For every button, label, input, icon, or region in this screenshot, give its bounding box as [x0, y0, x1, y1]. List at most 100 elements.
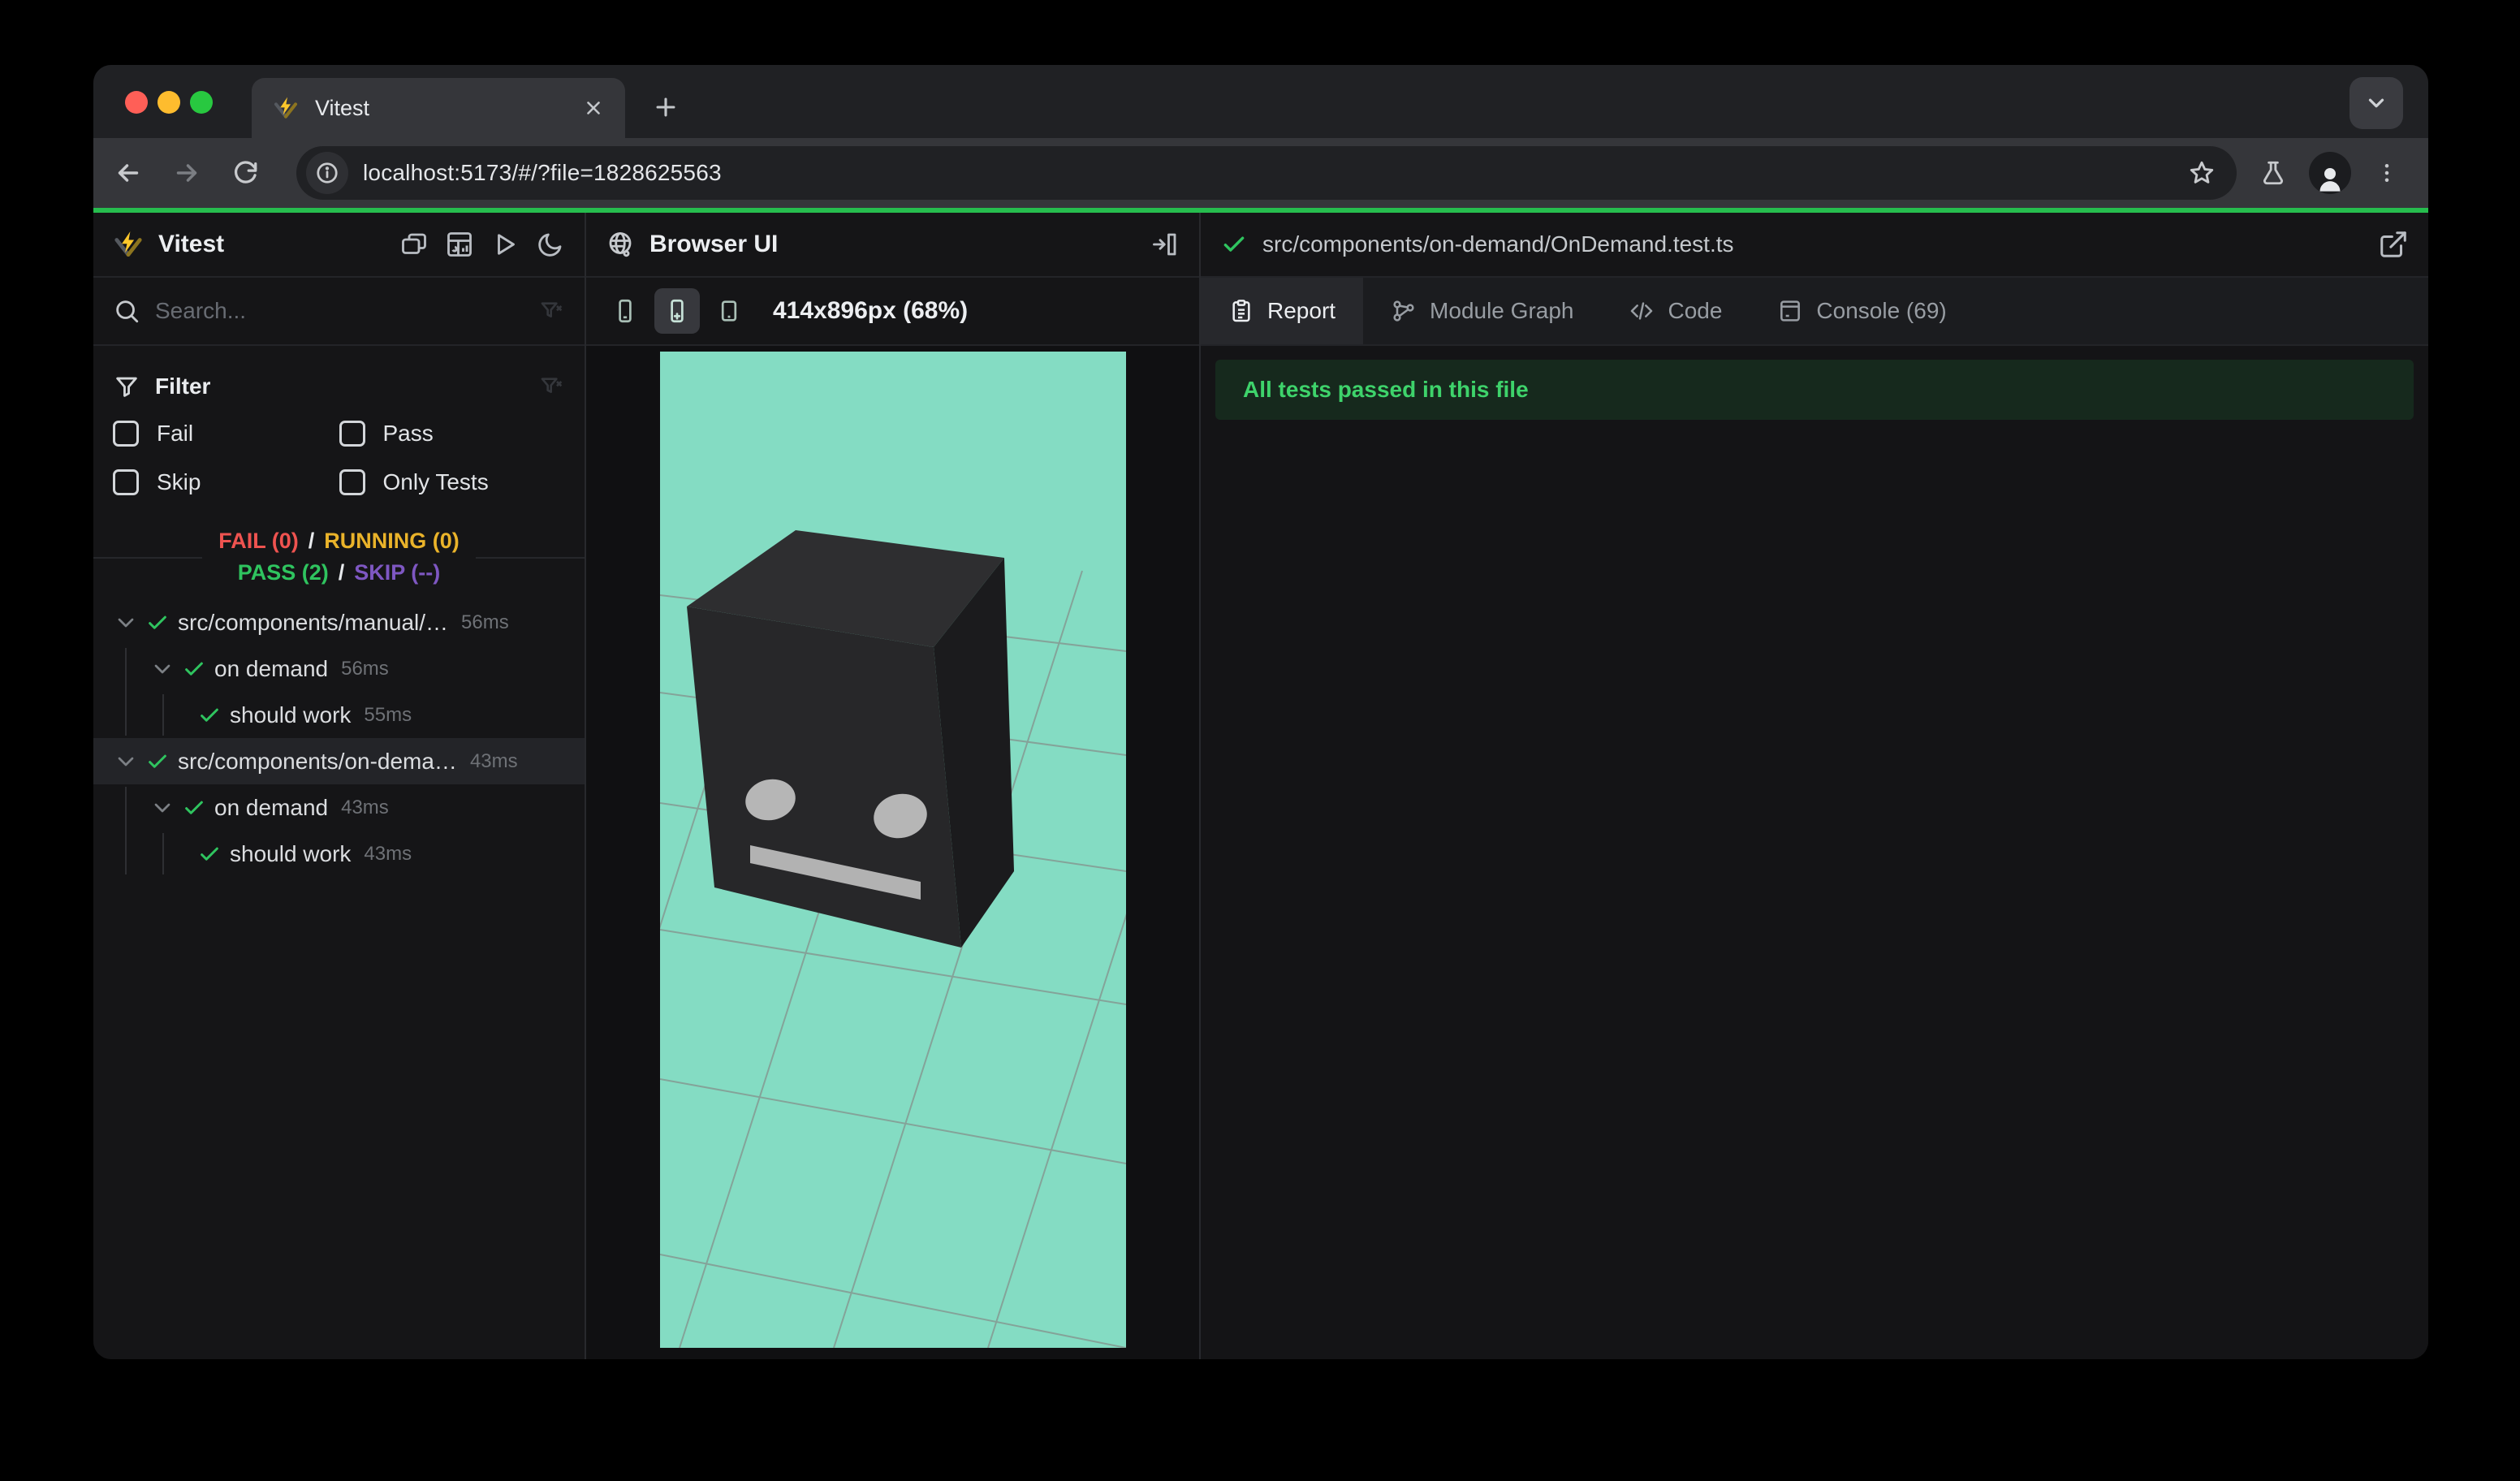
tree-row-suite[interactable]: on demand 56ms — [93, 646, 585, 692]
tree-row-file-on-demand[interactable]: src/components/on-dema… 43ms — [93, 738, 585, 784]
threejs-scene — [659, 352, 1126, 1348]
report-panel: src/components/on-demand/OnDemand.test.t… — [1201, 213, 2428, 1359]
dark-mode-moon-icon[interactable] — [536, 230, 565, 259]
sidebar-actions — [399, 230, 565, 259]
sidebar: Vitest Search... Filter Fail Pass Skip O… — [93, 213, 586, 1359]
tree-row-test[interactable]: should work 43ms — [93, 831, 585, 877]
clear-filter-icon[interactable] — [539, 298, 565, 324]
report-tabs: Report Module Graph Code Console (69) — [1201, 278, 2428, 346]
test-summary: FAIL (0) / RUNNING (0) PASS (2) / SKIP (… — [93, 515, 585, 599]
toolbar-right — [2250, 150, 2410, 196]
test-duration: 56ms — [461, 611, 509, 633]
tree-row-test[interactable]: should work 55ms — [93, 692, 585, 738]
bookmark-star-icon[interactable] — [2188, 159, 2216, 187]
open-external-icon[interactable] — [2378, 229, 2409, 260]
filter-checkbox-skip[interactable]: Skip — [113, 469, 339, 495]
chevron-down-icon[interactable] — [149, 656, 175, 682]
search-bar[interactable]: Search... — [93, 278, 585, 346]
browser-ui-panel: Browser UI 414x896px (68%) — [586, 213, 1201, 1359]
experiments-flask-icon[interactable] — [2250, 150, 2296, 196]
pass-check-icon — [1220, 231, 1248, 258]
tree-row-suite[interactable]: on demand 43ms — [93, 784, 585, 831]
clipboard-icon — [1228, 298, 1254, 324]
profile-avatar[interactable] — [2309, 152, 2351, 194]
test-label: should work — [230, 840, 352, 866]
fail-count: FAIL (0) — [218, 529, 299, 553]
zoom-window-button[interactable] — [190, 91, 213, 114]
filter-checkbox-fail[interactable]: Fail — [113, 421, 339, 447]
pass-check-icon — [182, 657, 206, 681]
clear-filter-icon[interactable] — [539, 373, 565, 399]
back-button[interactable] — [106, 150, 151, 196]
tree-guideline — [125, 787, 127, 874]
test-label: src/components/manual/… — [178, 609, 449, 635]
test-duration: 56ms — [341, 657, 389, 680]
tab-close-icon[interactable] — [583, 97, 604, 119]
checkbox-label: Fail — [157, 421, 194, 446]
tab-code[interactable]: Code — [1601, 278, 1750, 344]
file-path: src/components/on-demand/OnDemand.test.t… — [1262, 231, 1734, 257]
menu-dots-icon[interactable] — [2364, 150, 2410, 196]
reload-button[interactable] — [222, 150, 268, 196]
device-phone-plus-icon[interactable] — [654, 288, 700, 334]
browser-window: Vitest localhost:5173/#/?file=1828625563 — [93, 65, 2428, 1359]
device-tablet-icon[interactable] — [706, 288, 752, 334]
site-info-icon[interactable] — [306, 152, 348, 194]
browser-preview-canvas[interactable] — [659, 352, 1126, 1348]
url-text[interactable]: localhost:5173/#/?file=1828625563 — [363, 160, 722, 186]
filter-checkbox-only-tests[interactable]: Only Tests — [339, 469, 566, 495]
console-icon — [1777, 298, 1803, 324]
tab-module-graph[interactable]: Module Graph — [1363, 278, 1601, 344]
chevron-down-icon[interactable] — [113, 610, 139, 636]
dock-toggle-icon[interactable] — [399, 230, 429, 259]
tab-title: Vitest — [315, 95, 370, 120]
checkbox-label: Only Tests — [382, 469, 489, 494]
filter-checkbox-pass[interactable]: Pass — [339, 421, 566, 447]
pass-check-icon — [145, 611, 170, 635]
checkbox[interactable] — [339, 469, 365, 495]
tab-console[interactable]: Console (69) — [1750, 278, 1974, 344]
running-count: RUNNING (0) — [324, 529, 460, 553]
pass-check-icon — [197, 703, 222, 728]
browser-tab[interactable]: Vitest — [252, 78, 625, 138]
filter-section: Filter Fail Pass Skip Only Tests — [93, 346, 585, 507]
address-bar[interactable]: localhost:5173/#/?file=1828625563 — [296, 146, 2237, 200]
vitest-ui: Vitest Search... Filter Fail Pass Skip O… — [93, 213, 2428, 1359]
code-icon — [1629, 298, 1655, 324]
filter-funnel-icon — [113, 373, 140, 400]
new-tab-button[interactable] — [641, 83, 690, 132]
tree-row-file-manual[interactable]: src/components/manual/… 56ms — [93, 599, 585, 646]
test-label: on demand — [214, 794, 329, 820]
device-phone-icon[interactable] — [602, 288, 648, 334]
checkbox[interactable] — [339, 421, 365, 447]
module-graph-icon — [1391, 298, 1417, 324]
close-window-button[interactable] — [125, 91, 148, 114]
tab-label: Report — [1267, 298, 1336, 323]
test-duration: 43ms — [341, 796, 389, 818]
separator: / — [308, 529, 315, 553]
test-tree: src/components/manual/… 56ms on demand 5… — [93, 599, 585, 1359]
browser-ui-header: Browser UI — [586, 213, 1199, 278]
tab-label: Console (69) — [1816, 298, 1947, 323]
viewport-toolbar: 414x896px (68%) — [586, 278, 1199, 346]
pass-count: PASS (2) — [237, 560, 329, 585]
run-all-icon[interactable] — [490, 230, 520, 259]
dashboard-icon[interactable] — [445, 230, 474, 259]
filter-title-row: Filter — [113, 362, 565, 411]
checkbox[interactable] — [113, 469, 139, 495]
forward-button[interactable] — [164, 150, 209, 196]
test-label: src/components/on-dema… — [178, 748, 457, 774]
robot-head-cube — [686, 530, 1014, 948]
test-duration: 43ms — [364, 842, 412, 865]
dock-panel-right-icon[interactable] — [1150, 230, 1180, 259]
chevron-down-icon[interactable] — [149, 795, 175, 821]
tab-search-button[interactable] — [2350, 77, 2403, 129]
test-label: on demand — [214, 655, 329, 681]
minimize-window-button[interactable] — [158, 91, 180, 114]
checkbox[interactable] — [113, 421, 139, 447]
tab-report[interactable]: Report — [1201, 278, 1364, 344]
pass-check-icon — [182, 796, 206, 820]
tree-guideline — [162, 833, 164, 874]
chevron-down-icon[interactable] — [113, 749, 139, 775]
tree-guideline — [125, 648, 127, 736]
